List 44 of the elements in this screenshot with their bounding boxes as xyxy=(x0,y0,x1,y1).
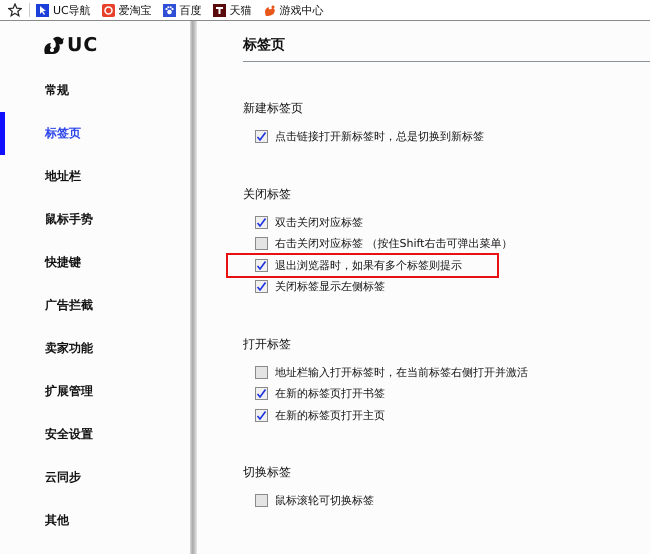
bookmark-item[interactable]: UC导航 xyxy=(36,2,91,18)
paw-icon xyxy=(162,4,176,16)
sidebar-item[interactable]: 地址栏 xyxy=(0,155,190,198)
checkbox[interactable] xyxy=(255,494,268,508)
squirrel-icon xyxy=(43,35,65,55)
bookmark-item[interactable]: 游戏中心 xyxy=(262,2,324,18)
checkbox[interactable] xyxy=(255,258,268,272)
section-heading: 关闭标签 xyxy=(243,186,292,202)
checkbox[interactable] xyxy=(255,130,268,144)
bookmark-item[interactable]: 爱淘宝 xyxy=(102,2,152,18)
option-label: 在新的标签页打开书签 xyxy=(275,386,385,402)
logo-text: UC xyxy=(67,34,98,56)
cursor-icon xyxy=(36,4,49,16)
sidebar-item[interactable]: 鼠标手势 xyxy=(0,198,190,241)
option-label: 地址栏输入打开标签时，在当前标签右侧打开并激活 xyxy=(275,364,528,380)
option-label: 右击关闭对应标签 （按住Shift右击可弹出菜单） xyxy=(275,236,512,252)
checkbox[interactable] xyxy=(255,216,268,229)
sidebar-item[interactable]: 其他 xyxy=(0,499,190,542)
checkbox[interactable] xyxy=(255,387,268,400)
section-heading: 新建标签页 xyxy=(243,100,304,117)
page-title: 标签页 xyxy=(243,36,286,55)
section-heading: 打开标签 xyxy=(243,336,292,352)
bookmark-item[interactable]: 百度 xyxy=(162,2,202,18)
star-icon[interactable] xyxy=(8,3,22,17)
sidebar-item[interactable]: 安全设置 xyxy=(0,413,190,456)
section-heading: 切换标签 xyxy=(243,464,292,481)
checkbox[interactable] xyxy=(255,366,268,379)
sidebar-item[interactable]: 快捷键 xyxy=(0,241,190,284)
squirrel-icon xyxy=(262,4,276,16)
sidebar-item[interactable]: 常规 xyxy=(0,69,190,112)
bookmark-item[interactable]: 天猫 xyxy=(212,2,252,18)
sidebar-item[interactable]: 云同步 xyxy=(0,456,190,499)
option-label: 鼠标滚轮可切换标签 xyxy=(275,493,374,508)
checkbox[interactable] xyxy=(255,237,268,250)
option-label: 点击链接打开新标签时，总是切换到新标签 xyxy=(275,129,484,144)
sidebar-item[interactable]: 广告拦截 xyxy=(0,284,190,327)
option-label: 退出浏览器时，如果有多个标签则提示 xyxy=(275,258,462,273)
sidebar-item[interactable]: 扩展管理 xyxy=(0,370,190,413)
checkbox[interactable] xyxy=(255,280,268,294)
option-label: 双击关闭对应标签 xyxy=(275,214,363,230)
option-label: 关闭标签显示左侧标签 xyxy=(275,279,385,294)
option-label: 在新的标签页打开主页 xyxy=(275,408,385,423)
checkbox[interactable] xyxy=(255,408,268,422)
sidebar-item[interactable]: 卖家功能 xyxy=(0,327,190,370)
